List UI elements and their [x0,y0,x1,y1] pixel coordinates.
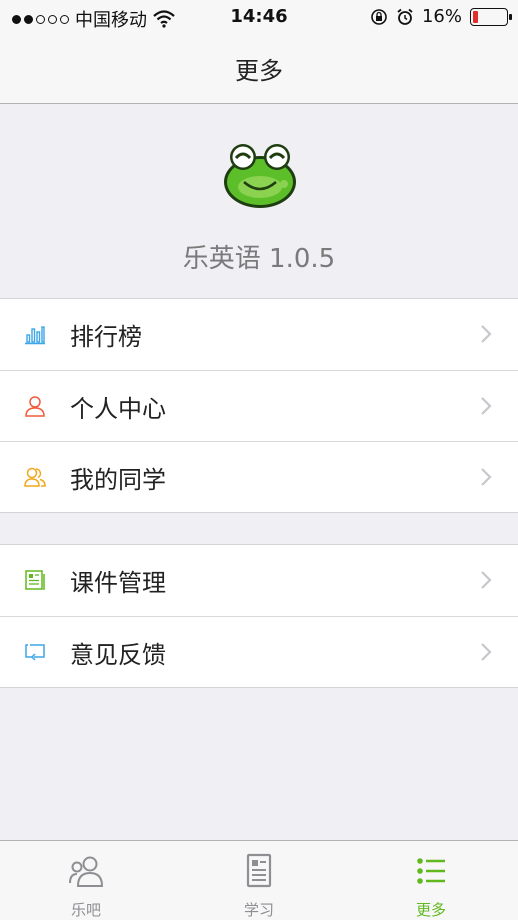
chevron-right-icon [481,571,492,589]
classmates-icon [24,467,46,487]
chevron-right-icon [481,325,492,343]
menu-item-label: 意见反馈 [70,640,166,669]
status-right: 16% [370,6,512,27]
battery-percent: 16% [421,6,462,27]
people-icon [69,856,104,887]
tab-bar: 乐吧 学习 更多 [0,840,518,920]
tab-label: 学习 [243,901,274,919]
chevron-right-icon [481,468,492,486]
battery-icon [470,7,512,26]
menu-item-profile[interactable]: 个人中心 [0,370,518,441]
feedback-icon [25,644,45,661]
menu-item-classmates[interactable]: 我的同学 [0,441,518,512]
menu-item-label: 课件管理 [70,569,166,597]
chevron-right-icon [481,643,492,661]
menu-item-courseware[interactable]: 课件管理 [0,545,518,616]
menu-item-ranking[interactable]: 排行榜 [0,299,518,370]
alarm-icon [397,8,413,25]
tab-more[interactable]: 更多 [371,841,491,920]
orientation-lock-icon [371,8,387,25]
tab-leba[interactable]: 乐吧 [26,841,146,920]
document-icon [246,853,272,888]
tab-label: 乐吧 [70,901,101,919]
frog-mascot-icon [224,144,296,208]
courseware-icon [25,570,45,590]
ranking-bars-icon [25,326,45,345]
menu-item-label: 排行榜 [70,323,142,351]
menu-item-feedback[interactable]: 意见反馈 [0,616,518,687]
app-name-version: 乐英语 1.0.5 [182,244,336,274]
status-bar: 中国移动 14:46 16% [0,0,518,34]
menu-group-secondary: 课件管理 意见反馈 [0,544,518,688]
menu-item-label: 个人中心 [70,394,166,423]
page-title: 更多 [235,57,283,85]
list-icon [417,858,445,884]
tab-study[interactable]: 学习 [199,841,319,920]
tab-label: 更多 [415,901,446,919]
menu-group-primary: 排行榜 个人中心 我的同学 [0,298,518,513]
navigation-bar: 更多 [0,34,518,104]
menu-item-label: 我的同学 [70,465,166,494]
person-icon [25,396,45,417]
battery-fill [473,10,478,23]
chevron-right-icon [481,397,492,415]
